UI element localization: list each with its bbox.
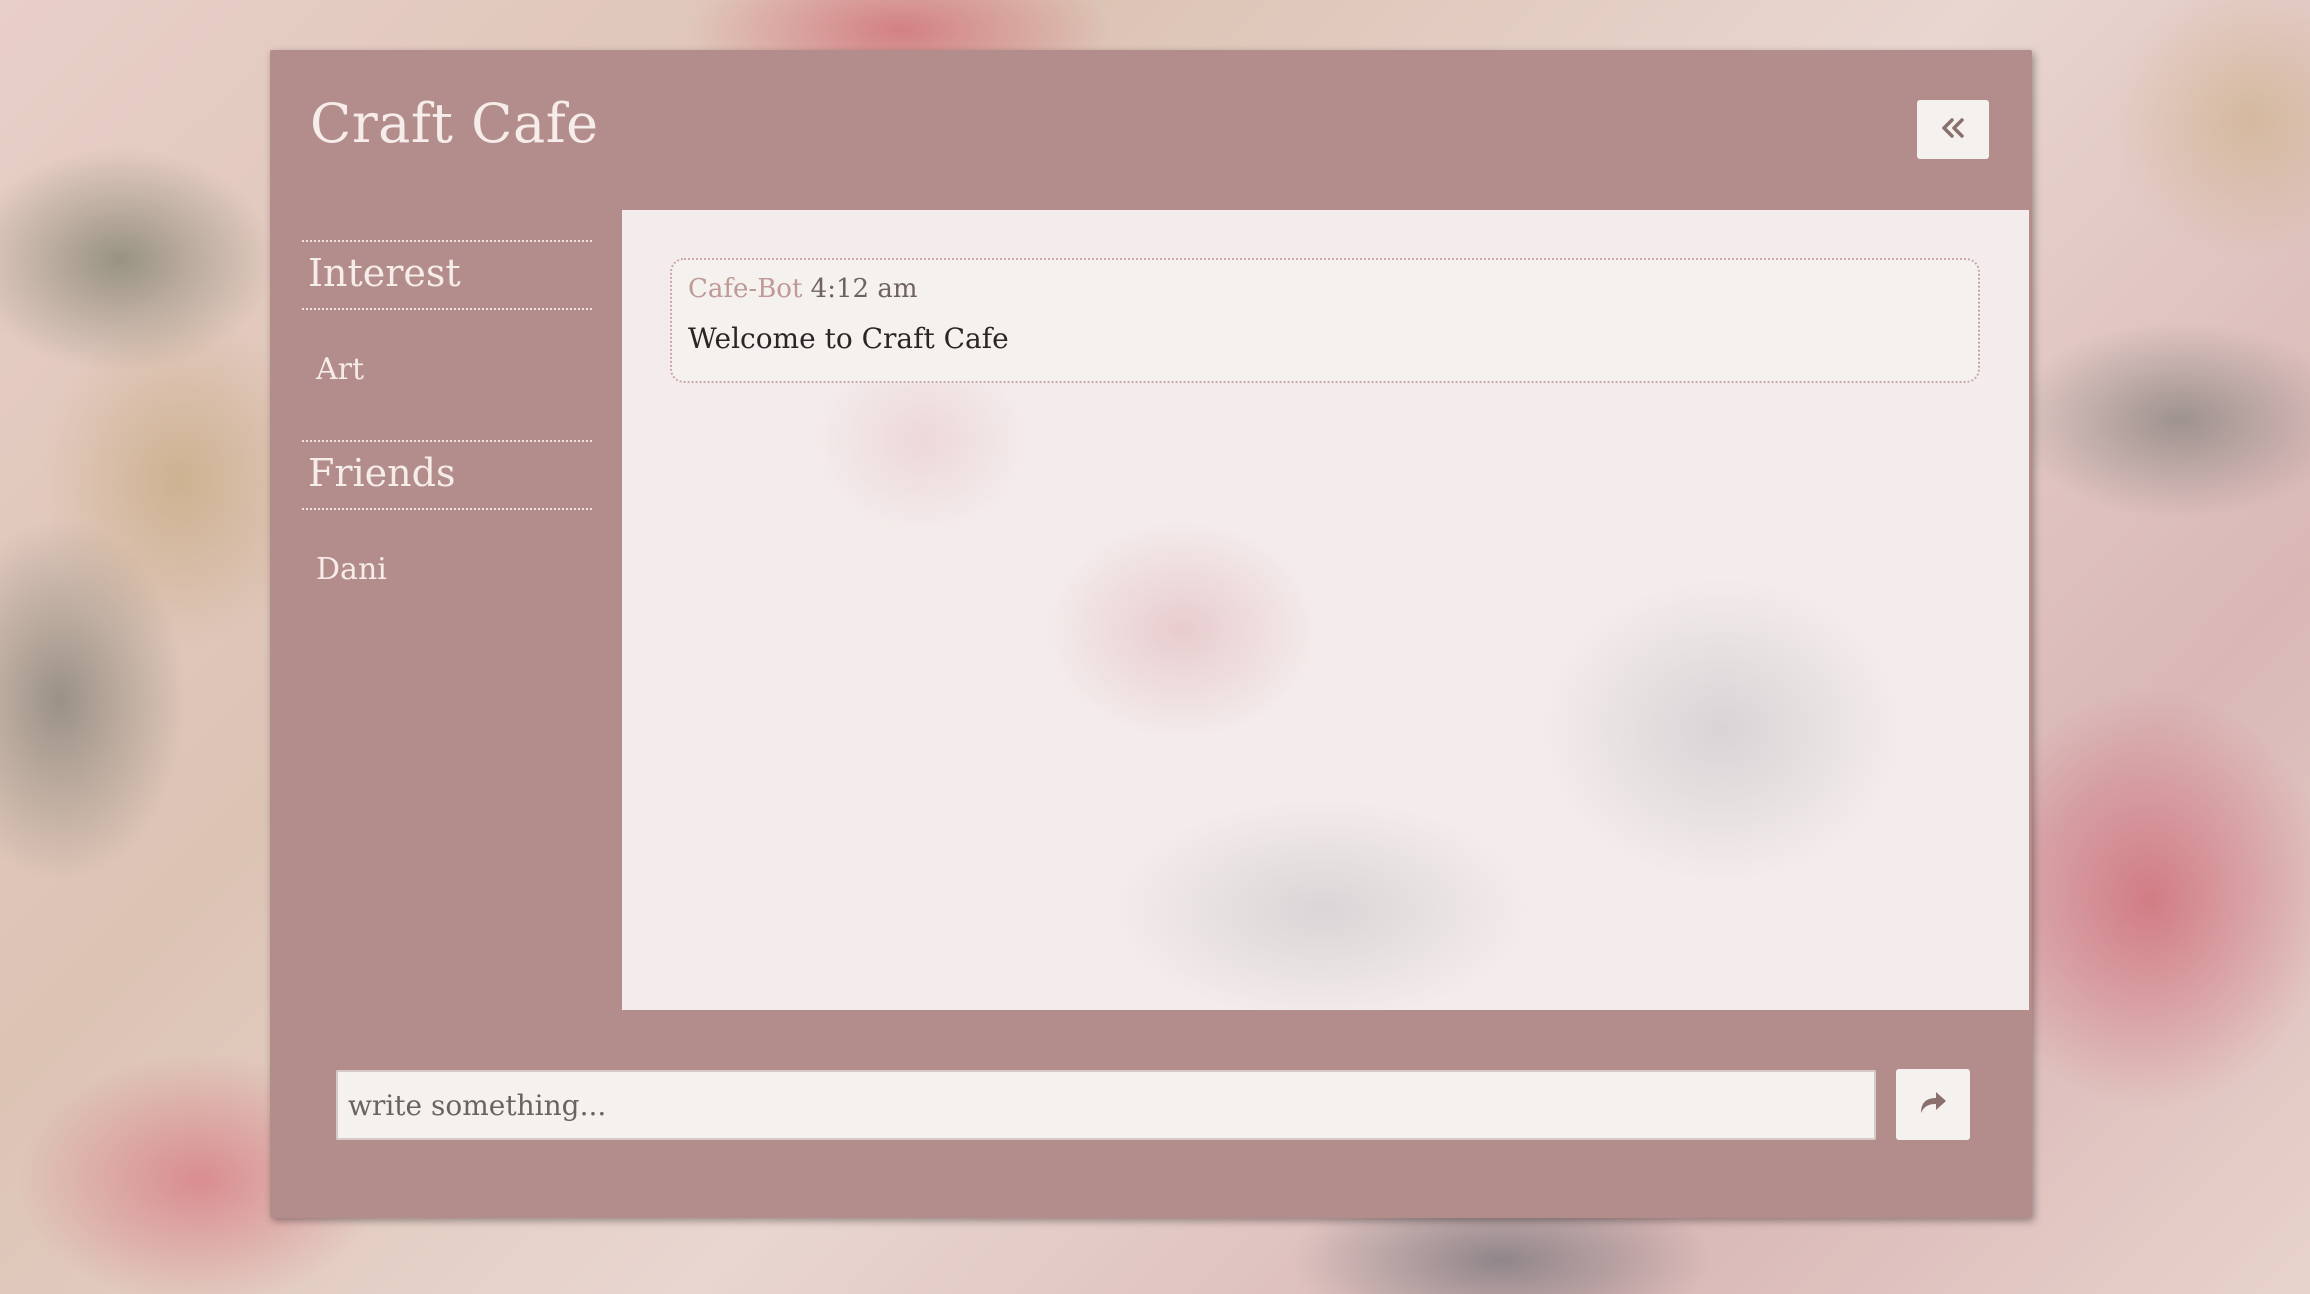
app-title: Craft Cafe — [310, 92, 599, 155]
message-sender: Cafe-Bot — [688, 274, 803, 304]
send-button[interactable] — [1896, 1069, 1970, 1140]
sidebar: Interest Art Friends Dani — [302, 240, 592, 640]
sidebar-item-dani[interactable]: Dani — [302, 510, 592, 640]
chat-app-panel: Craft Cafe Interest Art Friends Dani Caf… — [270, 50, 2032, 1218]
message-input[interactable] — [336, 1070, 1876, 1140]
message-text: Welcome to Craft Cafe — [688, 322, 1009, 355]
sidebar-item-art[interactable]: Art — [302, 310, 592, 440]
chat-message-area: Cafe-Bot 4:12 am Welcome to Craft Cafe — [622, 210, 2029, 1010]
sidebar-section-interest-header: Interest — [302, 240, 592, 310]
collapse-sidebar-button[interactable] — [1917, 100, 1989, 159]
double-chevron-left-icon — [1940, 117, 1966, 143]
message-timestamp: 4:12 am — [810, 274, 918, 304]
chat-message: Cafe-Bot 4:12 am Welcome to Craft Cafe — [670, 258, 1980, 383]
message-meta: Cafe-Bot 4:12 am — [688, 274, 1962, 304]
sidebar-section-friends-header: Friends — [302, 440, 592, 510]
share-arrow-icon — [1918, 1090, 1948, 1120]
